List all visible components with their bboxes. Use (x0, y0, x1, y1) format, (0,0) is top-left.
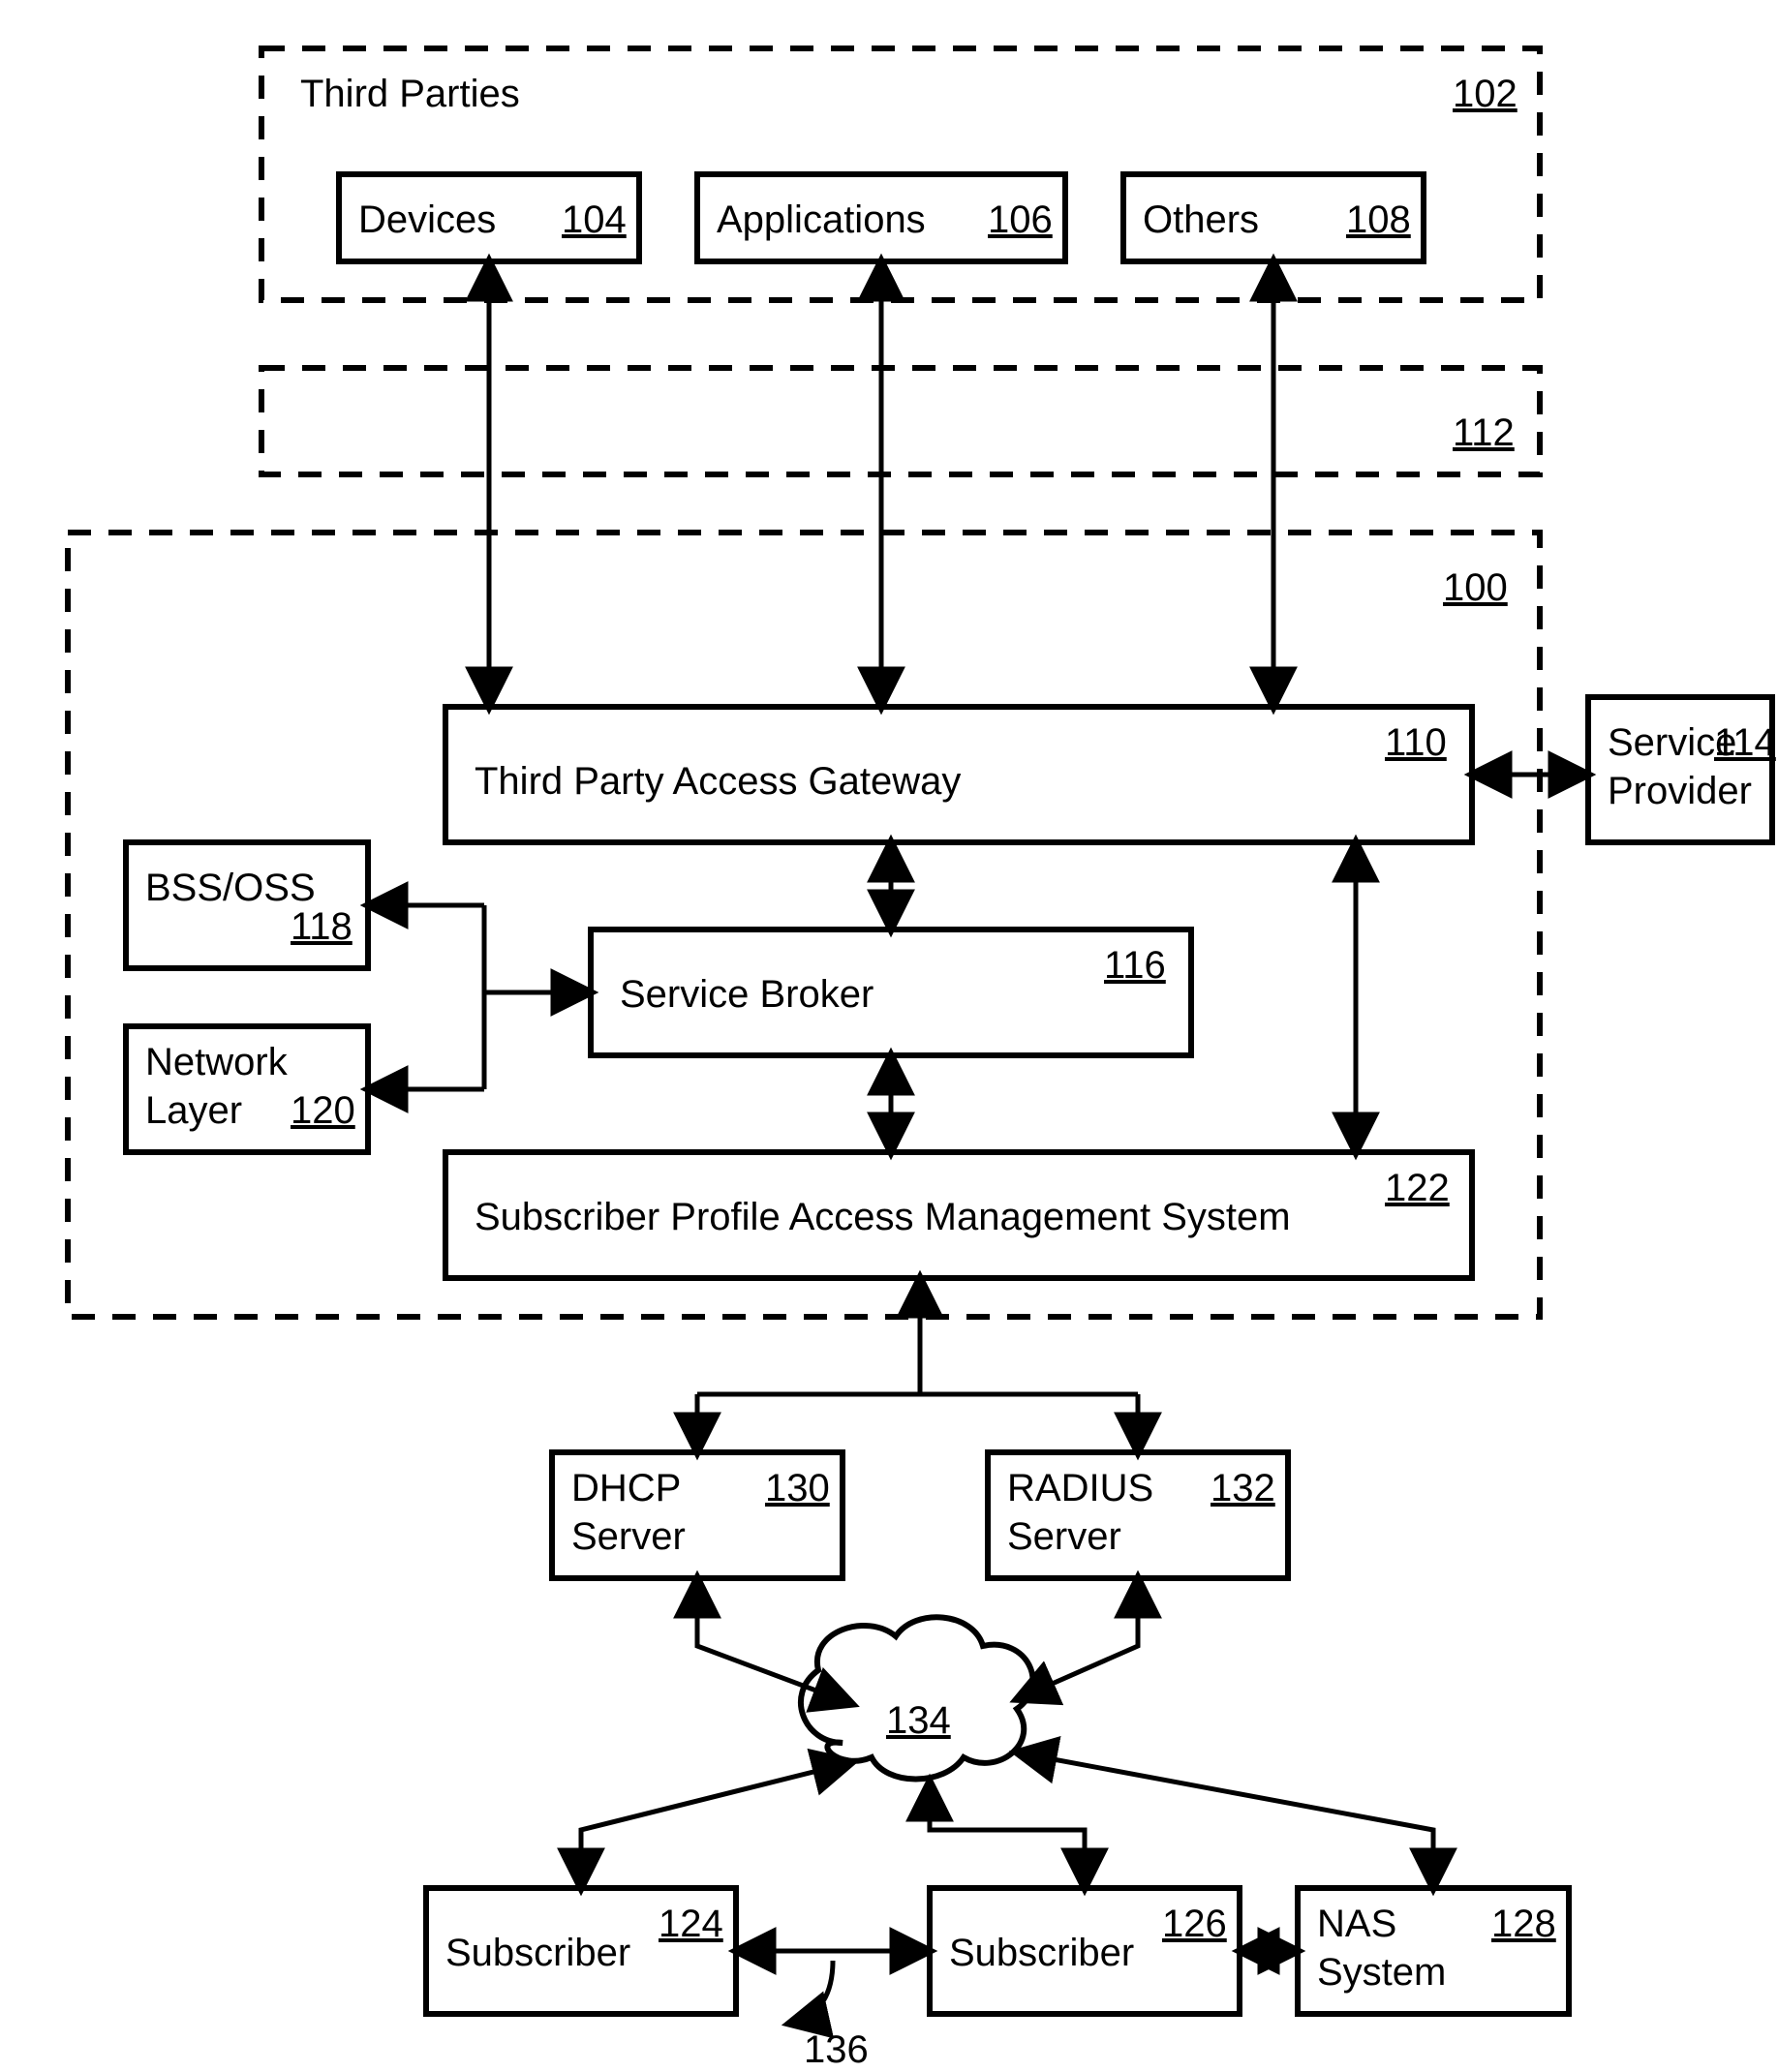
block-spams-label: Subscriber Profile Access Management Sys… (475, 1196, 1291, 1238)
conn-pair-136-curve (789, 1961, 833, 2024)
conn-cloud-sub1 (581, 1762, 852, 1888)
conn-cloud-nas (1017, 1752, 1433, 1888)
block-service-broker-ref: 116 (1104, 944, 1166, 987)
block-service-provider-label2: Provider (1608, 770, 1752, 812)
block-radius-ref: 132 (1211, 1467, 1275, 1509)
block-dhcp-label2: Server (571, 1515, 686, 1558)
block-radius-label: RADIUS (1007, 1467, 1153, 1509)
block-service-broker-label: Service Broker (620, 973, 874, 1016)
block-applications-label: Applications (717, 198, 926, 241)
block-spams-ref: 122 (1385, 1167, 1450, 1209)
group-third-parties-ref: 102 (1453, 73, 1517, 115)
block-service-provider-ref: 114 (1714, 721, 1776, 764)
block-radius-label2: Server (1007, 1515, 1121, 1558)
block-devices-ref: 104 (562, 198, 627, 241)
block-network-layer-ref: 120 (291, 1089, 355, 1132)
group-boundary-112 (261, 368, 1540, 474)
block-subscriber-2-ref: 126 (1162, 1903, 1227, 1945)
block-network-layer-label: Network (145, 1041, 289, 1083)
block-dhcp-label: DHCP (571, 1467, 681, 1509)
block-network-layer-label2: Layer (145, 1089, 242, 1132)
architecture-diagram: Third Parties 102 Devices 104 Applicatio… (0, 0, 1778, 2072)
block-devices-label: Devices (358, 198, 496, 241)
block-nas-ref: 128 (1491, 1903, 1556, 1945)
block-subscriber-1-label: Subscriber (445, 1932, 630, 1974)
block-nas-label: NAS (1317, 1903, 1396, 1945)
pair-136-ref: 136 (804, 2028, 869, 2071)
block-tpag-ref: 110 (1385, 721, 1447, 764)
block-cloud-ref: 134 (886, 1699, 951, 1742)
block-bss-oss-ref: 118 (291, 905, 353, 948)
block-nas-label2: System (1317, 1951, 1446, 1994)
block-dhcp-ref: 130 (765, 1467, 830, 1509)
block-subscriber-2-label: Subscriber (949, 1932, 1134, 1974)
block-others-ref: 108 (1346, 198, 1411, 241)
block-others-label: Others (1143, 198, 1259, 241)
block-tpag-label: Third Party Access Gateway (475, 760, 961, 803)
block-subscriber-1-ref: 124 (659, 1903, 723, 1945)
group-main-100-ref: 100 (1443, 566, 1508, 609)
block-applications-ref: 106 (988, 198, 1053, 241)
conn-cloud-sub2 (930, 1782, 1085, 1888)
group-third-parties-label: Third Parties (300, 73, 520, 115)
block-bss-oss-label: BSS/OSS (145, 867, 316, 909)
group-boundary-112-ref: 112 (1453, 411, 1515, 454)
